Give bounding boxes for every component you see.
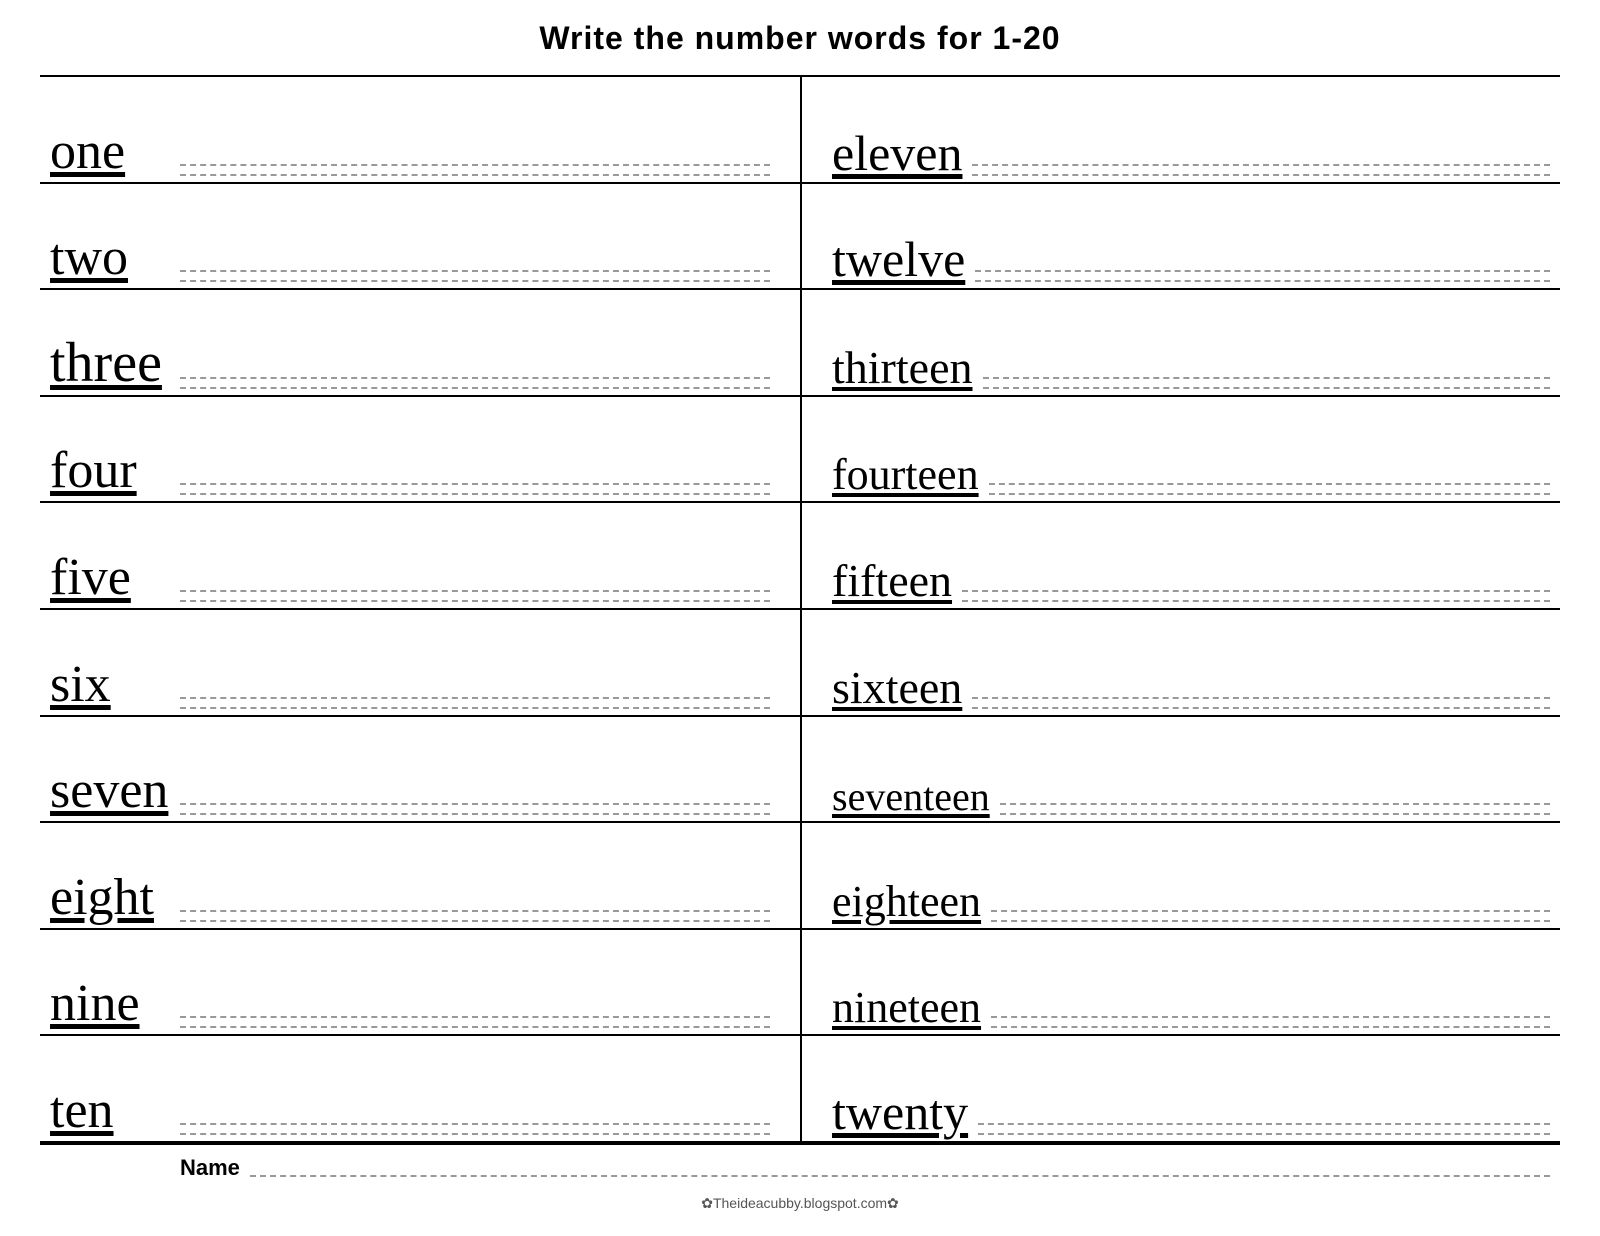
word-row-seventeen: seventeen <box>800 717 1560 824</box>
word-row-thirteen: thirteen <box>800 290 1560 397</box>
write-line-fourteen[interactable] <box>989 483 1550 485</box>
write-line-eight[interactable] <box>180 910 770 912</box>
write-line-ten[interactable] <box>180 1123 770 1125</box>
word-row-eighteen: eighteen <box>800 823 1560 930</box>
write-line-three[interactable] <box>180 377 770 379</box>
write-line-eight-2[interactable] <box>180 920 770 922</box>
write-line-ten-2[interactable] <box>180 1133 770 1135</box>
word-label-sixteen: sixteen <box>832 665 962 715</box>
word-label-three: three <box>50 335 170 395</box>
write-line-twelve[interactable] <box>975 270 1550 272</box>
write-line-nineteen[interactable] <box>991 1016 1550 1018</box>
write-line-eighteen[interactable] <box>991 910 1550 912</box>
word-row-two: two <box>40 184 800 291</box>
word-label-twelve: twelve <box>832 234 965 288</box>
word-label-two: two <box>50 232 170 288</box>
write-line-twenty-2[interactable] <box>978 1133 1550 1135</box>
word-label-eleven: eleven <box>832 128 962 182</box>
write-line-twenty[interactable] <box>978 1123 1550 1125</box>
write-line-six-2[interactable] <box>180 707 770 709</box>
write-line-fourteen-2[interactable] <box>989 493 1550 495</box>
write-line-four[interactable] <box>180 483 770 485</box>
write-line-thirteen-2[interactable] <box>983 387 1551 389</box>
word-label-five: five <box>50 552 170 608</box>
write-line-one-2[interactable] <box>180 174 770 176</box>
write-line-nine-2[interactable] <box>180 1026 770 1028</box>
word-label-nineteen: nineteen <box>832 986 981 1034</box>
write-line-sixteen-2[interactable] <box>972 707 1550 709</box>
write-line-eleven-2[interactable] <box>972 174 1550 176</box>
word-row-eleven: eleven <box>800 77 1560 184</box>
write-line-five-2[interactable] <box>180 600 770 602</box>
write-line-four-2[interactable] <box>180 493 770 495</box>
write-line-sixteen[interactable] <box>972 697 1550 699</box>
page-title: Write the number words for 1-20 <box>539 20 1060 57</box>
word-row-four: four <box>40 397 800 504</box>
word-row-sixteen: sixteen <box>800 610 1560 717</box>
word-row-three: three <box>40 290 800 397</box>
word-row-nineteen: nineteen <box>800 930 1560 1037</box>
word-label-ten: ten <box>50 1085 170 1141</box>
write-line-eighteen-2[interactable] <box>991 920 1550 922</box>
write-line-twelve-2[interactable] <box>975 280 1550 282</box>
name-label: Name <box>180 1155 240 1181</box>
write-line-fifteen[interactable] <box>962 590 1550 592</box>
name-write-line[interactable] <box>250 1175 1550 1177</box>
write-line-thirteen[interactable] <box>983 377 1551 379</box>
word-row-five: five <box>40 503 800 610</box>
word-label-seven: seven <box>50 765 170 821</box>
word-row-seven: seven <box>40 717 800 824</box>
write-line-nine[interactable] <box>180 1016 770 1018</box>
word-row-fourteen: fourteen <box>800 397 1560 504</box>
write-line-seventeen[interactable] <box>1000 803 1550 805</box>
name-section: Name <box>40 1143 1560 1187</box>
word-label-four: four <box>50 445 170 501</box>
word-label-thirteen: thirteen <box>832 345 973 395</box>
word-row-nine: nine <box>40 930 800 1037</box>
write-line-six[interactable] <box>180 697 770 699</box>
write-line-seven-2[interactable] <box>180 813 770 815</box>
word-label-fifteen: fifteen <box>832 558 952 608</box>
write-line-one[interactable] <box>180 164 770 166</box>
word-row-six: six <box>40 610 800 717</box>
write-line-five[interactable] <box>180 590 770 592</box>
word-label-six: six <box>50 659 170 715</box>
footer: ✿Theideacubby.blogspot.com✿ <box>701 1195 899 1216</box>
word-label-eighteen: eighteen <box>832 880 981 928</box>
word-label-eight: eight <box>50 872 170 928</box>
write-line-fifteen-2[interactable] <box>962 600 1550 602</box>
word-label-fourteen: fourteen <box>832 453 979 501</box>
words-grid: one eleven two twelve <box>40 77 1560 1143</box>
word-label-seventeen: seventeen <box>832 777 990 821</box>
word-row-twenty: twenty <box>800 1036 1560 1143</box>
word-row-one: one <box>40 77 800 184</box>
write-line-two-2[interactable] <box>180 280 770 282</box>
write-line-seventeen-2[interactable] <box>1000 813 1550 815</box>
word-row-eight: eight <box>40 823 800 930</box>
word-row-ten: ten <box>40 1036 800 1143</box>
write-line-three-2[interactable] <box>180 387 770 389</box>
word-row-fifteen: fifteen <box>800 503 1560 610</box>
word-row-twelve: twelve <box>800 184 1560 291</box>
write-line-nineteen-2[interactable] <box>991 1026 1550 1028</box>
write-line-seven[interactable] <box>180 803 770 805</box>
word-label-twenty: twenty <box>832 1087 968 1141</box>
write-line-eleven[interactable] <box>972 164 1550 166</box>
word-label-nine: nine <box>50 978 170 1034</box>
word-label-one: one <box>50 126 170 182</box>
write-line-two[interactable] <box>180 270 770 272</box>
